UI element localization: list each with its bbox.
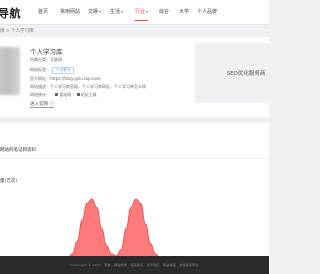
chevron-down-icon: ▾	[99, 9, 102, 14]
site-title: 个人学习库	[30, 48, 63, 56]
breadcrumb[interactable]: 牌 > 个人学习库	[0, 28, 34, 34]
category-link[interactable]: 互联网	[50, 57, 62, 62]
site-thumbnail	[0, 47, 20, 95]
traffic-area	[48, 198, 170, 258]
ad-text: SEO优化服务商	[226, 71, 266, 77]
category-line: 所属分类：互联网	[30, 57, 62, 62]
site-info-card: 个人学习库 所属分类：互联网 网站标签： 个人学习 官方网址：https://bl…	[0, 37, 275, 117]
url-line: 官方网址：https://blog.gxlu.top.com	[30, 76, 101, 81]
description-line: 网站描述：个人学习库官网，个人学习库网址，个人学习库怎么样	[30, 84, 146, 89]
tag-badge[interactable]: 个人学习	[52, 67, 75, 74]
nav-item-entertainment[interactable]: 文娱▾	[88, 8, 101, 15]
stats-line: 网站统计： 爱站网 站长工具	[30, 92, 97, 98]
traffic-chart	[48, 198, 170, 258]
stats-icon	[55, 93, 59, 96]
nav-item-personal-brand[interactable]: 个人品牌	[197, 8, 217, 15]
chevron-down-icon: ▾	[146, 9, 149, 14]
nav-item-general[interactable]: 综合	[159, 8, 169, 15]
aizhan-link[interactable]: 爱站网	[55, 92, 71, 98]
enter-official-site-button[interactable]: 进入官网 ⓘ	[30, 101, 54, 108]
stats-icon	[76, 93, 80, 96]
nav-item-industry[interactable]: 行业▾	[135, 8, 149, 21]
ad-banner[interactable]: SEO优化服务商	[195, 43, 275, 103]
official-url-link[interactable]: https://blog.gxlu.top.com	[50, 76, 100, 81]
nav-item-common-sites[interactable]: 常用网站	[60, 8, 80, 15]
footer: Copyright © 2023 · 导航 · 网站收录 · 联系我们 · 关于…	[0, 256, 269, 274]
chevron-down-icon: ▾	[121, 9, 124, 14]
nav-item-life[interactable]: 生活▾	[110, 8, 123, 15]
top-navigation-bar: 导航 首页 常用网站 文娱▾ 生活▾ 行业▾ 综合 大学 个人品牌	[0, 0, 269, 25]
webmaster-tools-link[interactable]: 站长工具	[76, 92, 97, 98]
nav-item-home[interactable]: 首页	[38, 8, 48, 15]
tags-line: 网站标签： 个人学习	[30, 67, 75, 74]
site-logo[interactable]: 导航	[0, 5, 21, 21]
nav-item-university[interactable]: 大学	[179, 8, 189, 15]
footer-copyright: Copyright © 2023 · 导航 · 网站收录 · 联系我们 · 关于…	[70, 263, 199, 267]
